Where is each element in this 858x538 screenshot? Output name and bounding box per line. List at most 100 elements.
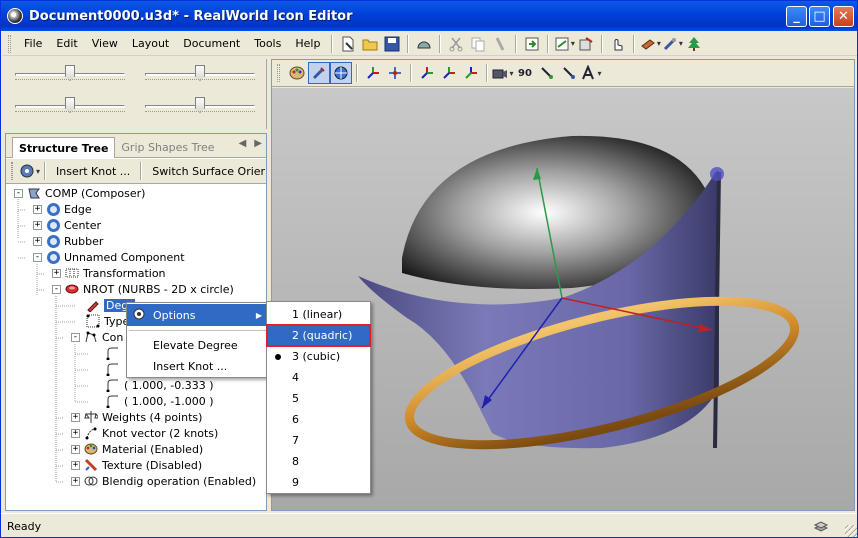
tree-node-texture[interactable]: + Texture (Disabled) <box>71 457 202 473</box>
menu-item-insert-knot[interactable]: Insert Knot ... <box>127 355 268 377</box>
menu-item-options[interactable]: Options ▶ <box>127 304 268 326</box>
close-button[interactable]: ✕ <box>833 6 854 27</box>
menu-edit[interactable]: Edit <box>49 35 84 52</box>
rotate-z-icon[interactable] <box>460 62 482 84</box>
tree-node-material[interactable]: + Material (Enabled) <box>71 441 203 457</box>
tab-structure-tree[interactable]: Structure Tree <box>12 137 116 158</box>
toolbar-separator <box>410 64 412 82</box>
tab-next-icon[interactable]: ▶ <box>254 138 262 149</box>
tree-node-knot-vector[interactable]: + Knot vector (2 knots) <box>71 425 218 441</box>
menu-file[interactable]: File <box>17 35 49 52</box>
tab-grip-shapes-tree[interactable]: Grip Shapes Tree <box>115 137 220 157</box>
new-document-icon[interactable] <box>337 33 359 55</box>
control-handle[interactable] <box>710 167 724 181</box>
paste-icon[interactable] <box>489 33 511 55</box>
tree-node-point[interactable]: ( 1.000, -1.000 ) <box>106 393 214 409</box>
copy-icon[interactable] <box>467 33 489 55</box>
degree-option-9[interactable]: 9 <box>267 472 370 493</box>
expand-icon[interactable]: + <box>71 412 80 422</box>
cut-icon[interactable] <box>445 33 467 55</box>
menu-document[interactable]: Document <box>176 35 247 52</box>
menu-help[interactable]: Help <box>288 35 327 52</box>
camera-icon[interactable] <box>492 62 514 84</box>
menu-item-elevate-degree[interactable]: Elevate Degree <box>127 334 268 356</box>
tree-node-weights[interactable]: + Weights (4 points) <box>71 409 202 425</box>
magic-wand-icon[interactable] <box>661 33 683 55</box>
collapse-icon[interactable]: - <box>33 252 42 262</box>
axis-icon[interactable] <box>362 62 384 84</box>
import-icon[interactable] <box>553 33 575 55</box>
tree-node-point[interactable]: ( 1.000, -0.333 ) <box>106 377 214 393</box>
tree-node-unnamed-component[interactable]: - Unnamed Component <box>33 249 185 265</box>
spot-icon[interactable] <box>558 62 580 84</box>
hand-icon[interactable] <box>607 33 629 55</box>
expand-icon[interactable]: + <box>33 220 42 230</box>
tree-node-comp[interactable]: - COMP (Composer) <box>14 185 145 201</box>
composer-options-icon[interactable] <box>19 160 40 182</box>
app-icon[interactable] <box>7 8 23 24</box>
tree-node-point[interactable] <box>106 345 124 361</box>
export-icon[interactable] <box>521 33 543 55</box>
light-icon[interactable] <box>536 62 558 84</box>
slider-top-right[interactable] <box>145 65 255 83</box>
collapse-icon[interactable]: - <box>14 188 23 198</box>
open-folder-icon[interactable] <box>359 33 381 55</box>
maximize-button[interactable]: □ <box>809 6 830 27</box>
minimize-button[interactable]: _ <box>786 6 807 27</box>
title-bar[interactable]: Document0000.u3d* - RealWorld Icon Edito… <box>1 1 857 31</box>
tree-node-control-points[interactable]: - Con <box>71 329 123 345</box>
globe-icon[interactable] <box>330 62 352 84</box>
tree-node-rubber[interactable]: + Rubber <box>33 233 103 249</box>
panel-toolbar-grip[interactable] <box>11 162 13 180</box>
expand-icon[interactable]: + <box>71 476 80 486</box>
degree-option-2[interactable]: 2 (quadric) <box>266 324 371 347</box>
menu-layout[interactable]: Layout <box>125 35 176 52</box>
viewport-toolbar-grip[interactable] <box>277 64 280 82</box>
expand-icon[interactable]: + <box>71 444 80 454</box>
ruler-icon[interactable] <box>413 33 435 55</box>
degree-option-4[interactable]: 4 <box>267 367 370 388</box>
tree-node-transformation[interactable]: + Transformation <box>52 265 166 281</box>
degree-option-5[interactable]: 5 <box>267 388 370 409</box>
tree-node-type[interactable]: Type <box>86 313 129 329</box>
tree-node-nrot[interactable]: - NROT (NURBS - 2D x circle) <box>52 281 234 297</box>
expand-icon[interactable]: + <box>52 268 61 278</box>
brush-icon[interactable] <box>308 62 330 84</box>
expand-icon[interactable]: + <box>33 204 42 214</box>
degree-option-6[interactable]: 6 <box>267 409 370 430</box>
tree-node-blending[interactable]: + Blendig operation (Enabled) <box>71 473 256 489</box>
palette-icon[interactable] <box>286 62 308 84</box>
expand-icon[interactable]: + <box>33 236 42 246</box>
tool-palette-icon[interactable] <box>639 33 661 55</box>
rotate-x-icon[interactable] <box>416 62 438 84</box>
degree-option-8[interactable]: 8 <box>267 451 370 472</box>
slider-bottom-right[interactable] <box>145 97 255 115</box>
insert-knot-button[interactable]: Insert Knot ... <box>50 163 136 180</box>
expand-icon[interactable]: + <box>71 460 80 470</box>
switch-surface-button[interactable]: Switch Surface Orier <box>146 163 266 180</box>
tab-prev-icon[interactable]: ◀ <box>239 138 247 149</box>
expand-icon[interactable]: + <box>71 428 80 438</box>
slider-top-left[interactable] <box>15 65 125 83</box>
composer-icon <box>27 186 41 200</box>
rotate-90-icon[interactable]: 90 <box>514 62 536 84</box>
move-icon[interactable] <box>575 33 597 55</box>
degree-option-3[interactable]: 3 (cubic) <box>267 346 370 367</box>
pan-icon[interactable] <box>384 62 406 84</box>
tree-node-edge[interactable]: + Edge <box>33 201 92 217</box>
resize-grip[interactable] <box>845 525 857 537</box>
menu-tools[interactable]: Tools <box>247 35 288 52</box>
rotate-y-icon[interactable] <box>438 62 460 84</box>
menu-view[interactable]: View <box>85 35 125 52</box>
degree-option-1[interactable]: 1 (linear) <box>267 304 370 325</box>
tree-node-point[interactable] <box>106 361 124 377</box>
slider-bottom-left[interactable] <box>15 97 125 115</box>
tree-icon[interactable] <box>683 33 705 55</box>
tree-node-center[interactable]: + Center <box>33 217 101 233</box>
collapse-icon[interactable]: - <box>52 284 61 294</box>
menubar-grip[interactable] <box>8 34 11 53</box>
save-icon[interactable] <box>381 33 403 55</box>
text-icon[interactable] <box>580 62 602 84</box>
degree-option-7[interactable]: 7 <box>267 430 370 451</box>
collapse-icon[interactable]: - <box>71 332 80 342</box>
